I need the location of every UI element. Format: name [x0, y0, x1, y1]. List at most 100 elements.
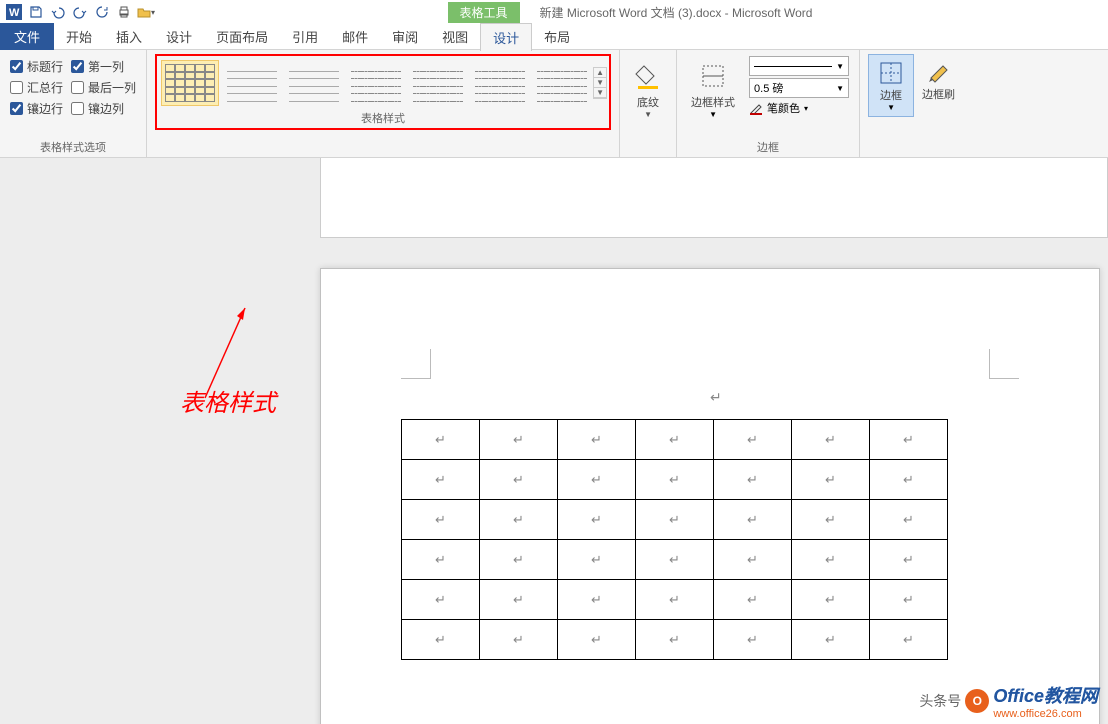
table-cell[interactable]: ↵: [714, 540, 792, 580]
tab-file[interactable]: 文件: [0, 23, 54, 50]
table-cell[interactable]: ↵: [558, 460, 636, 500]
table-cell[interactable]: ↵: [792, 620, 870, 660]
table-cell[interactable]: ↵: [870, 540, 948, 580]
table-cell[interactable]: ↵: [402, 460, 480, 500]
table-cell[interactable]: ↵: [792, 540, 870, 580]
table-cell[interactable]: ↵: [480, 620, 558, 660]
refresh-icon[interactable]: [92, 2, 112, 22]
table-cell[interactable]: ↵: [870, 500, 948, 540]
table-cell[interactable]: ↵: [870, 460, 948, 500]
margin-corner-tl: [401, 349, 431, 379]
table-cell[interactable]: ↵: [792, 580, 870, 620]
tab-design[interactable]: 设计: [154, 23, 204, 50]
tab-page-layout[interactable]: 页面布局: [204, 23, 280, 50]
table-cell[interactable]: ↵: [714, 420, 792, 460]
table-cell[interactable]: ↵: [402, 420, 480, 460]
table-row[interactable]: ↵↵↵↵↵↵↵: [402, 420, 948, 460]
gallery-scroll[interactable]: ▲▼▼: [593, 67, 607, 99]
word-icon: W: [4, 2, 24, 22]
table-style-7[interactable]: [533, 60, 591, 106]
tab-mailings[interactable]: 邮件: [330, 23, 380, 50]
table-cell[interactable]: ↵: [480, 420, 558, 460]
table-cell[interactable]: ↵: [870, 420, 948, 460]
tab-review[interactable]: 审阅: [380, 23, 430, 50]
table-cell[interactable]: ↵: [636, 580, 714, 620]
paragraph-mark: ↵: [710, 389, 722, 406]
quick-access-toolbar: W ▾: [4, 2, 156, 22]
ribbon: 标题行 第一列 汇总行 最后一列 镶边行 镶边列 表格样式选项 ▲▼▼ 表格样式: [0, 50, 1108, 158]
table-cell[interactable]: ↵: [636, 460, 714, 500]
table-cell[interactable]: ↵: [402, 620, 480, 660]
undo-icon[interactable]: [48, 2, 68, 22]
table-style-4[interactable]: [347, 60, 405, 106]
border-width-select[interactable]: 0.5 磅▼: [749, 78, 849, 98]
table-cell[interactable]: ↵: [714, 460, 792, 500]
table-row[interactable]: ↵↵↵↵↵↵↵: [402, 580, 948, 620]
table-cell[interactable]: ↵: [714, 580, 792, 620]
shading-button[interactable]: 底纹 ▼: [628, 54, 668, 123]
table-style-6[interactable]: [471, 60, 529, 106]
table-cell[interactable]: ↵: [558, 420, 636, 460]
tab-home[interactable]: 开始: [54, 23, 104, 50]
table-cell[interactable]: ↵: [402, 580, 480, 620]
border-line-style-select[interactable]: ▼: [749, 56, 849, 76]
tab-table-layout[interactable]: 布局: [532, 23, 582, 50]
check-last-column[interactable]: 最后一列: [71, 79, 136, 96]
table-cell[interactable]: ↵: [792, 460, 870, 500]
table-cell[interactable]: ↵: [792, 420, 870, 460]
table-cell[interactable]: ↵: [636, 500, 714, 540]
table-row[interactable]: ↵↵↵↵↵↵↵: [402, 620, 948, 660]
table-cell[interactable]: ↵: [480, 540, 558, 580]
table-cell[interactable]: ↵: [870, 620, 948, 660]
table-cell[interactable]: ↵: [558, 620, 636, 660]
table-cell[interactable]: ↵: [480, 500, 558, 540]
quickprint-icon[interactable]: [114, 2, 134, 22]
table-style-5[interactable]: [409, 60, 467, 106]
table-row[interactable]: ↵↵↵↵↵↵↵: [402, 540, 948, 580]
margin-corner-tr: [989, 349, 1019, 379]
table-cell[interactable]: ↵: [558, 580, 636, 620]
tab-view[interactable]: 视图: [430, 23, 480, 50]
check-banded-cols[interactable]: 镶边列: [71, 100, 136, 117]
table-cell[interactable]: ↵: [480, 580, 558, 620]
open-icon[interactable]: ▾: [136, 2, 156, 22]
table-cell[interactable]: ↵: [636, 540, 714, 580]
table-cell[interactable]: ↵: [714, 620, 792, 660]
document-area[interactable]: ↵ ↵↵↵↵↵↵↵↵↵↵↵↵↵↵↵↵↵↵↵↵↵↵↵↵↵↵↵↵↵↵↵↵↵↵↵↵↵↵…: [0, 158, 1108, 724]
check-banded-rows[interactable]: 镶边行: [10, 100, 63, 117]
tab-table-design[interactable]: 设计: [480, 23, 532, 51]
table-cell[interactable]: ↵: [558, 540, 636, 580]
watermark: 头条号 O Office教程网 www.office26.com: [919, 682, 1098, 720]
table-style-1[interactable]: [161, 60, 219, 106]
group-label-options: 表格样式选项: [8, 137, 138, 155]
table-cell[interactable]: ↵: [870, 580, 948, 620]
check-total-row[interactable]: 汇总行: [10, 79, 63, 96]
table-style-2[interactable]: [223, 60, 281, 106]
save-icon[interactable]: [26, 2, 46, 22]
table-cell[interactable]: ↵: [636, 620, 714, 660]
chevron-down-icon: ▼: [887, 103, 895, 112]
table-cell[interactable]: ↵: [402, 500, 480, 540]
table-cell[interactable]: ↵: [402, 540, 480, 580]
pen-color-button[interactable]: 笔颜色▾: [749, 100, 849, 116]
table-cell[interactable]: ↵: [636, 420, 714, 460]
redo-icon[interactable]: [70, 2, 90, 22]
check-header-row[interactable]: 标题行: [10, 58, 63, 75]
border-painter-button[interactable]: 边框刷: [914, 54, 963, 117]
check-first-column[interactable]: 第一列: [71, 58, 136, 75]
tab-insert[interactable]: 插入: [104, 23, 154, 50]
table-cell[interactable]: ↵: [558, 500, 636, 540]
table-row[interactable]: ↵↵↵↵↵↵↵: [402, 460, 948, 500]
border-style-button[interactable]: 边框样式 ▼: [685, 54, 741, 123]
table-row[interactable]: ↵↵↵↵↵↵↵: [402, 500, 948, 540]
table-style-3[interactable]: [285, 60, 343, 106]
table-cell[interactable]: ↵: [792, 500, 870, 540]
document-table[interactable]: ↵↵↵↵↵↵↵↵↵↵↵↵↵↵↵↵↵↵↵↵↵↵↵↵↵↵↵↵↵↵↵↵↵↵↵↵↵↵↵↵…: [401, 419, 948, 660]
tab-references[interactable]: 引用: [280, 23, 330, 50]
group-label-borders: 边框: [685, 137, 851, 155]
borders-button[interactable]: 边框 ▼: [868, 54, 914, 117]
chevron-down-icon: ▼: [644, 110, 652, 119]
table-cell[interactable]: ↵: [480, 460, 558, 500]
page[interactable]: ↵ ↵↵↵↵↵↵↵↵↵↵↵↵↵↵↵↵↵↵↵↵↵↵↵↵↵↵↵↵↵↵↵↵↵↵↵↵↵↵…: [320, 268, 1100, 724]
table-cell[interactable]: ↵: [714, 500, 792, 540]
